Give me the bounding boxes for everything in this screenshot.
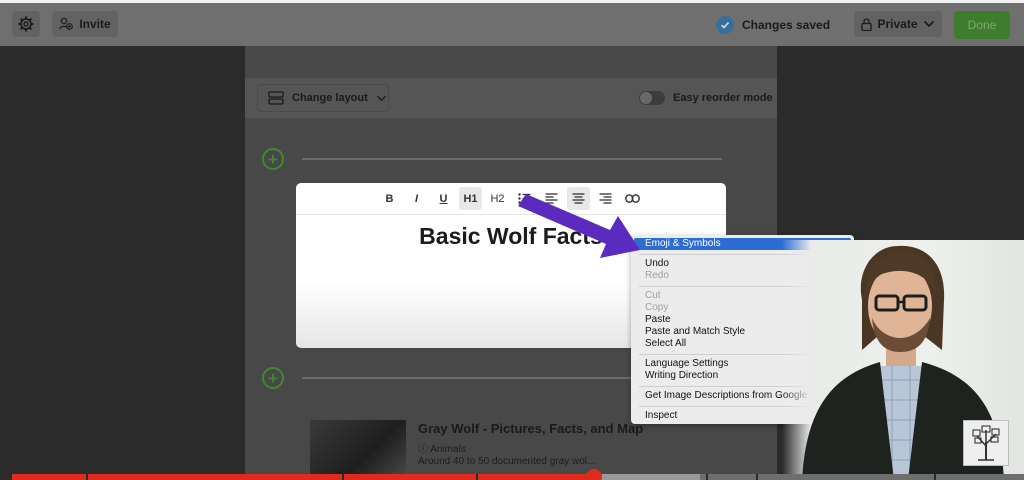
chapter-marker	[934, 474, 936, 480]
easy-reorder-toggle[interactable]: Easy reorder mode	[639, 90, 773, 106]
easy-reorder-label: Easy reorder mode	[673, 92, 773, 104]
underline-button[interactable]: U	[432, 187, 455, 210]
gear-icon	[18, 16, 34, 32]
add-person-icon	[59, 17, 74, 30]
toggle-switch[interactable]	[639, 91, 665, 105]
settings-button[interactable]	[12, 11, 40, 37]
invite-label: Invite	[79, 17, 111, 31]
formatting-toolbar: B I U H1 H2	[296, 183, 726, 215]
bold-button[interactable]: B	[378, 187, 401, 210]
video-progress-bar[interactable]	[12, 469, 1024, 480]
add-block-icon[interactable]: +	[262, 148, 284, 170]
chapter-marker	[706, 474, 708, 480]
chevron-down-icon	[923, 20, 934, 28]
wolf-thumbnail[interactable]	[310, 420, 406, 480]
played-bar	[12, 474, 594, 480]
lock-icon	[861, 17, 873, 31]
change-layout-button[interactable]: Change layout	[257, 84, 389, 112]
chapter-marker	[476, 474, 478, 480]
result-source: ⓘ Animals	[418, 444, 466, 455]
result-title[interactable]: Gray Wolf - Pictures, Facts, and Map	[418, 421, 643, 436]
divider	[302, 158, 722, 160]
done-button[interactable]: Done	[954, 11, 1010, 39]
purple-arrow-icon	[518, 194, 640, 258]
add-block-icon[interactable]: +	[262, 367, 284, 389]
italic-button[interactable]: I	[405, 187, 428, 210]
change-layout-label: Change layout	[292, 92, 368, 104]
tree-logo-icon	[963, 420, 1009, 466]
chevron-down-icon	[376, 95, 386, 101]
chapter-marker	[756, 474, 758, 480]
scrubber-handle[interactable]	[585, 469, 602, 480]
top-bar: Invite Changes saved Private Done	[0, 0, 1024, 46]
layout-icon	[268, 91, 284, 105]
chapter-marker	[86, 474, 88, 480]
check-circle-icon	[716, 16, 734, 34]
privacy-dropdown[interactable]: Private	[854, 11, 942, 37]
save-status: Changes saved	[716, 15, 830, 35]
heading1-button[interactable]: H1	[459, 187, 482, 210]
layout-bar: Change layout Easy reorder mode	[245, 78, 777, 118]
save-status-text: Changes saved	[742, 18, 831, 32]
add-block-row: +	[262, 148, 722, 170]
result-description: Around 40 to 50 documented gray wol...	[418, 456, 596, 467]
chapter-marker	[342, 474, 344, 480]
invite-button[interactable]: Invite	[52, 11, 118, 37]
privacy-label: Private	[877, 17, 918, 31]
heading2-button[interactable]: H2	[486, 187, 509, 210]
